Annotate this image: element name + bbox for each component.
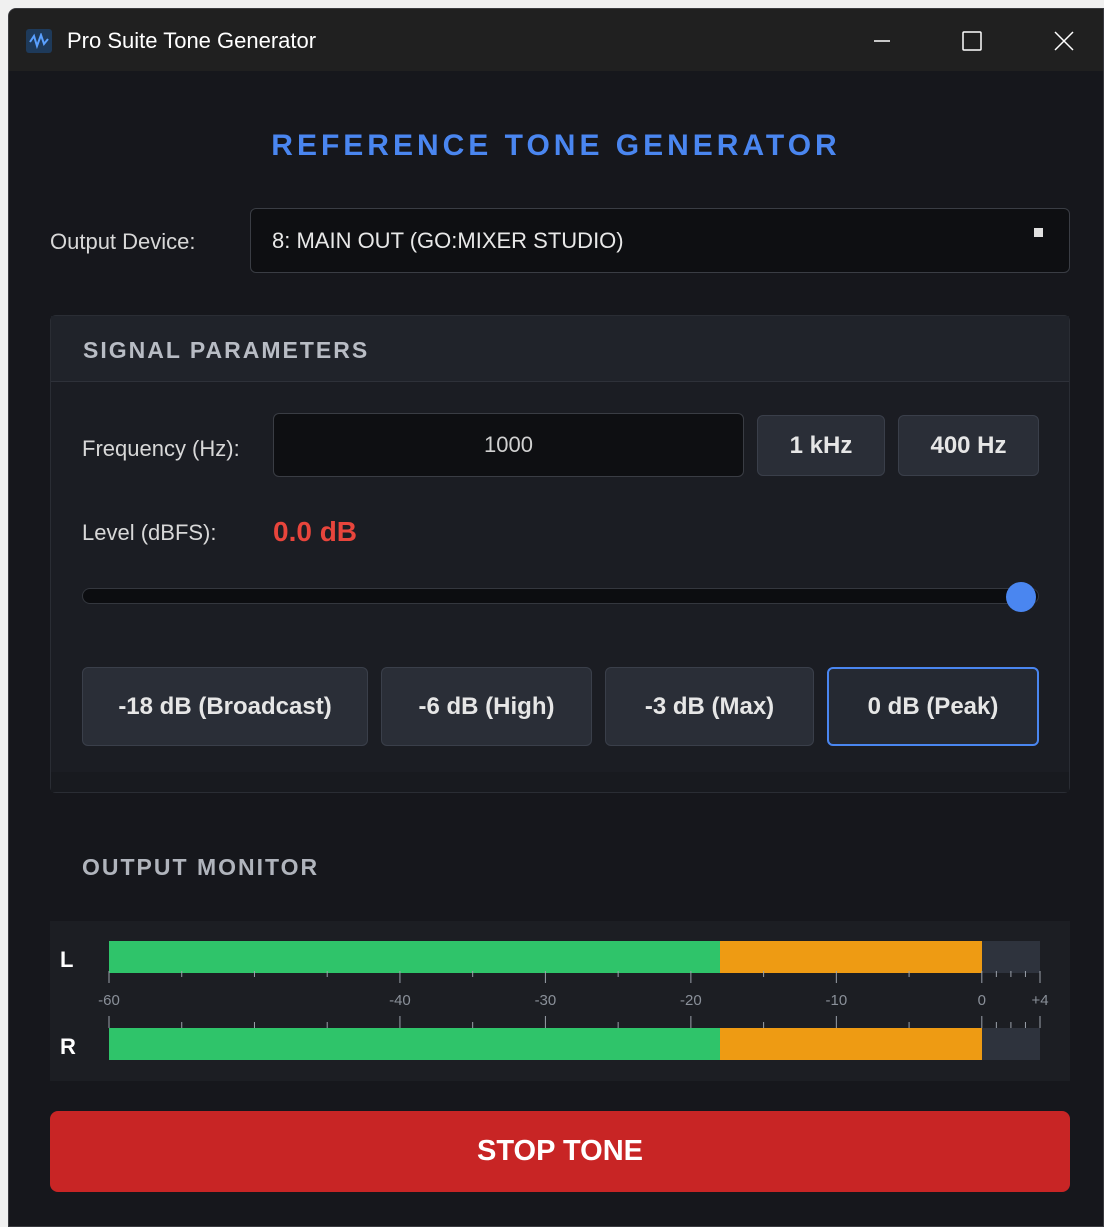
scale-label: -40	[389, 992, 411, 1009]
title-bar[interactable]: Pro Suite Tone Generator	[9, 9, 1103, 71]
preset-1khz-button[interactable]: 1 kHz	[757, 415, 885, 476]
meter-green-segment	[109, 1028, 720, 1060]
meter-orange-segment	[719, 941, 982, 973]
maximize-icon[interactable]	[942, 21, 1002, 61]
level-label: Level (dBFS):	[82, 520, 217, 545]
waveform-icon	[26, 29, 52, 53]
frequency-label: Frequency (Hz):	[82, 436, 240, 461]
page-title: REFERENCE TONE GENERATOR	[271, 129, 841, 162]
scale-label: 0	[978, 992, 986, 1009]
app-window: Pro Suite Tone Generator REFERENCE TONE …	[8, 8, 1104, 1227]
preset-minus18db-button[interactable]: -18 dB (Broadcast)	[82, 667, 368, 746]
meter-bar-right	[109, 1028, 1040, 1060]
level-slider-track[interactable]	[82, 588, 1039, 604]
preset-minus6db-button[interactable]: -6 dB (High)	[381, 667, 592, 746]
signal-parameters-panel: SIGNAL PARAMETERS Frequency (Hz): 1 kHz …	[50, 315, 1070, 793]
output-monitor-title: OUTPUT MONITOR	[82, 854, 320, 880]
scale-label: +4	[1031, 992, 1048, 1009]
panel-footer	[51, 772, 1069, 792]
meter-scale: -60 -40 -30 -20 -10 0 +4	[98, 971, 1049, 1028]
output-meter: L -60 -40 -30 -20 -10 0 +4 R	[50, 921, 1070, 1081]
preset-minus3db-button[interactable]: -3 dB (Max)	[605, 667, 814, 746]
preset-0db-button[interactable]: 0 dB (Peak)	[827, 667, 1039, 746]
meter-green-segment	[109, 941, 720, 973]
level-value: 0.0 dB	[273, 516, 358, 547]
level-slider-thumb[interactable]	[1006, 582, 1036, 612]
scale-label: -10	[826, 992, 848, 1009]
scale-label: -60	[98, 992, 120, 1009]
meter-bar-left	[109, 941, 1040, 973]
scale-label: -20	[680, 992, 702, 1009]
dropdown-arrow-icon	[1034, 228, 1043, 237]
window-title: Pro Suite Tone Generator	[67, 28, 317, 53]
output-device-label: Output Device:	[50, 229, 196, 254]
meter-orange-segment	[719, 1028, 982, 1060]
panel-title: SIGNAL PARAMETERS	[83, 337, 370, 363]
stop-tone-button[interactable]: STOP TONE	[50, 1111, 1070, 1192]
close-icon[interactable]	[1034, 21, 1094, 61]
channel-label-right: R	[60, 1034, 76, 1059]
preset-400hz-button[interactable]: 400 Hz	[898, 415, 1039, 476]
output-device-value: 8: MAIN OUT (GO:MIXER STUDIO)	[272, 228, 624, 253]
minimize-icon[interactable]	[852, 21, 912, 61]
scale-label: -30	[535, 992, 557, 1009]
output-device-select[interactable]: 8: MAIN OUT (GO:MIXER STUDIO)	[250, 208, 1070, 273]
panel-header: SIGNAL PARAMETERS	[51, 316, 1069, 382]
frequency-input[interactable]	[273, 413, 744, 477]
channel-label-left: L	[60, 947, 74, 972]
